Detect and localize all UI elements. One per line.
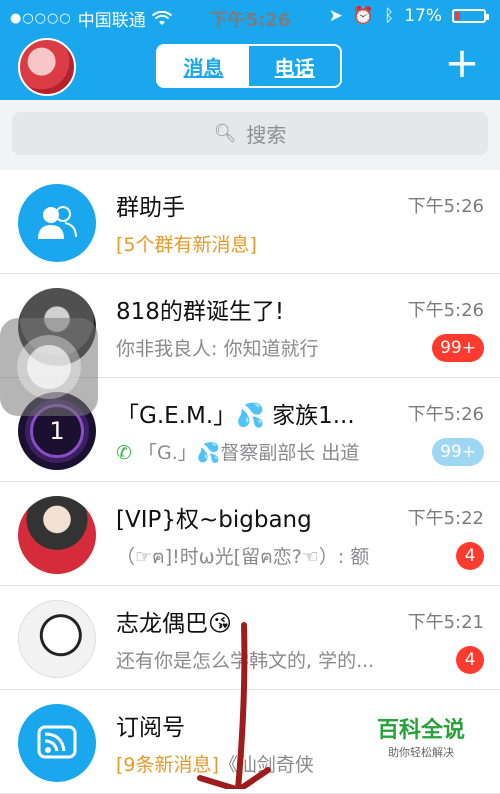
conversation-time: 下午5:26 <box>407 300 484 321</box>
contact-avatar <box>18 600 96 678</box>
conversation-preview: 你非我良人: 你知道就行 <box>116 338 319 360</box>
watermark-title: 百科全说 <box>376 718 465 743</box>
alarm-icon: ⏰ <box>352 6 374 26</box>
add-button[interactable]: + <box>442 42 482 84</box>
conversation-preview-text: 「G.」💦督察副部长 出道 <box>137 442 360 464</box>
conversation-list: 群助手 下午5:26 [5个群有新消息] 818的群诞生了! 下午5:26 你非… <box>0 170 500 794</box>
conversation-time: 下午5:26 <box>407 196 484 217</box>
watermark-subtitle: 助你轻松解决 <box>388 746 454 759</box>
new-messages-notice: [9条新消息] <box>116 754 219 776</box>
search-placeholder: 搜索 <box>246 123 287 147</box>
group-assistant-avatar <box>18 184 96 262</box>
tab-switcher: 消息 电话 <box>156 44 342 88</box>
status-bar: ●○○○○ 中国联通 下午5:26 ➤ ⏰ ᛒ 17% <box>0 0 500 34</box>
unread-badge: 99+ <box>432 438 484 466</box>
assistive-touch-button[interactable] <box>0 318 98 416</box>
top-bar: ●○○○○ 中国联通 下午5:26 ➤ ⏰ ᛒ 17% 消息 电话 + <box>0 0 500 100</box>
conversation-title: 志龙偶巴😘 <box>116 611 232 637</box>
conversation-preview: ✆ 「G.」💦督察副部长 出道 <box>116 438 359 465</box>
unread-badge: 4 <box>456 542 484 570</box>
bluetooth-icon: ᛒ <box>384 6 395 26</box>
search-area: 🔍︎ 搜索 <box>0 100 500 170</box>
unread-badge: 99+ <box>432 334 484 362</box>
people-icon <box>38 206 77 239</box>
conversation-title: [VIP}权~bigbang <box>116 507 312 533</box>
battery-percent: 17% <box>404 6 442 26</box>
tab-messages[interactable]: 消息 <box>158 46 249 86</box>
unread-badge: 4 <box>456 646 484 674</box>
phone-icon: ✆ <box>116 442 138 464</box>
subscription-avatar <box>18 704 96 782</box>
conversation-item-group-assistant[interactable]: 群助手 下午5:26 [5个群有新消息] <box>0 170 500 274</box>
conversation-title: 群助手 <box>116 195 185 221</box>
conversation-title: 「G.E.M.」💦 家族1... <box>116 403 355 429</box>
new-messages-notice: [5个群有新消息] <box>116 234 257 256</box>
search-input[interactable]: 🔍︎ 搜索 <box>12 112 488 155</box>
conversation-preview-text: 《仙剑奇侠 <box>218 754 314 776</box>
conversation-time: 下午5:21 <box>407 612 484 633</box>
conversation-title: 订阅号 <box>116 715 185 741</box>
location-icon: ➤ <box>328 6 343 26</box>
battery-icon <box>452 9 489 23</box>
conversation-preview: （☞ฅ]!时ω光[留ฅ恋?☜）: 额 <box>116 546 370 568</box>
conversation-preview: [5个群有新消息] <box>116 230 257 257</box>
status-right: ➤ ⏰ ᛒ 17% <box>328 6 489 26</box>
tab-calls[interactable]: 电话 <box>249 46 340 86</box>
rss-icon <box>37 725 77 759</box>
conversation-item-vip[interactable]: [VIP}权~bigbang 下午5:22 （☞ฅ]!时ω光[留ฅ恋?☜）: 额… <box>0 482 500 586</box>
conversation-item-zhilong[interactable]: 志龙偶巴😘 下午5:21 还有你是怎么学韩文的, 学的... 4 <box>0 586 500 690</box>
watermark-logo: 百科全说 助你轻松解决 <box>356 712 486 764</box>
conversation-time: 下午5:22 <box>407 508 484 529</box>
group-avatar <box>18 496 96 574</box>
conversation-time: 下午5:26 <box>407 404 484 425</box>
user-avatar[interactable] <box>18 38 76 96</box>
search-icon: 🔍︎ <box>213 123 237 144</box>
conversation-preview: 还有你是怎么学韩文的, 学的... <box>116 650 375 672</box>
conversation-preview: [9条新消息]《仙剑奇侠 <box>116 750 314 777</box>
conversation-title: 818的群诞生了! <box>116 299 285 325</box>
